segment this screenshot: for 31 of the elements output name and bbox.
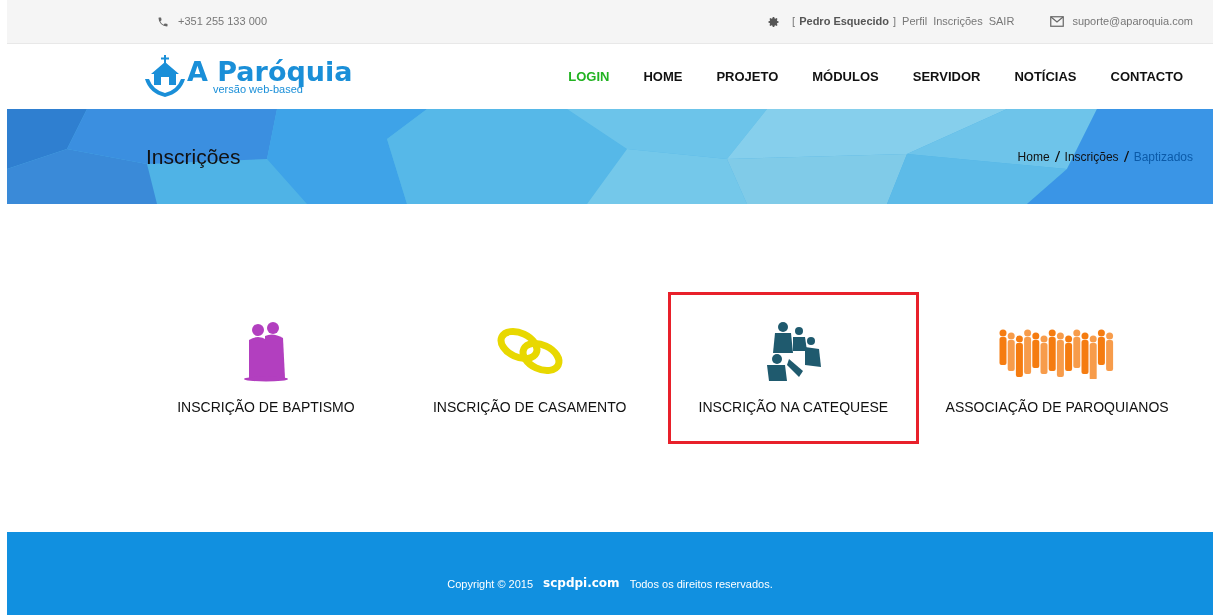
- page-title: Inscrições: [146, 143, 241, 170]
- nav-link[interactable]: NOTÍCIAS: [1014, 66, 1077, 87]
- registration-option[interactable]: INSCRIÇÃO DE BAPTISMO: [140, 292, 392, 444]
- church-hands-logo-icon: [145, 54, 185, 99]
- user-name: Pedro Esquecido: [799, 14, 890, 30]
- phone-icon: [157, 15, 169, 28]
- breadcrumb-link[interactable]: Inscrições: [1064, 147, 1119, 166]
- top-link[interactable]: Inscrições: [933, 13, 983, 30]
- copyright-text: Copyright © 2015: [447, 576, 534, 592]
- registration-option[interactable]: INSCRIÇÃO DE CASAMENTO: [403, 292, 656, 444]
- nav-link[interactable]: PROJETO: [716, 66, 779, 87]
- user-bracket: ]: [893, 14, 897, 30]
- top-link[interactable]: Perfil: [902, 13, 928, 30]
- settings-icon: [768, 15, 781, 28]
- footer-brand: scpdpi.com: [543, 575, 620, 592]
- registration-option[interactable]: INSCRIÇÃO NA CATEQUESE: [667, 292, 920, 444]
- mail-icon: [1050, 16, 1065, 27]
- logo-title: A Paróquia: [187, 58, 353, 86]
- user-bracket: [: [792, 14, 796, 30]
- nav-link[interactable]: MÓDULOS: [812, 66, 879, 87]
- nav-link[interactable]: CONTACTO: [1110, 66, 1183, 87]
- email-address: suporte@aparoquia.com: [1072, 14, 1193, 30]
- registration-option[interactable]: ASSOCIAÇÃO DE PAROQUIANOS: [931, 292, 1183, 444]
- breadcrumb-link[interactable]: Home: [1017, 147, 1050, 166]
- rights-text: Todos os direitos reservados.: [629, 576, 773, 592]
- phone-number: +351 255 133 000: [178, 14, 267, 30]
- slash-separator-icon: [1123, 151, 1129, 162]
- slash-separator-icon: [1054, 151, 1060, 162]
- nav-link[interactable]: SERVIDOR: [912, 66, 981, 87]
- nav-link[interactable]: HOME: [643, 66, 683, 87]
- top-link[interactable]: SAIR: [988, 13, 1015, 30]
